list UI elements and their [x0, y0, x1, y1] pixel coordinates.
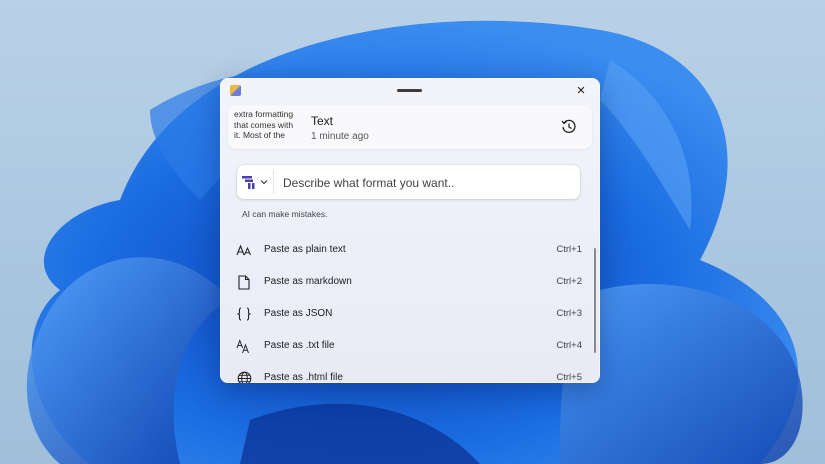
- option-shortcut: Ctrl+4: [556, 340, 582, 351]
- option-paste-html-file[interactable]: Paste as .html file Ctrl+5: [220, 362, 590, 383]
- options-scrollbar[interactable]: [594, 248, 596, 353]
- option-paste-plain-text[interactable]: Paste as plain text Ctrl+1: [220, 234, 590, 266]
- format-prompt-input[interactable]: [281, 171, 575, 195]
- font-size-icon: [236, 242, 252, 258]
- close-button[interactable]: ×: [572, 81, 590, 99]
- option-paste-json[interactable]: Paste as JSON Ctrl+3: [220, 298, 590, 330]
- option-shortcut: Ctrl+2: [556, 276, 582, 287]
- option-label: Paste as plain text: [264, 244, 346, 255]
- advanced-paste-window: × extra formatting that comes with it. M…: [220, 78, 600, 383]
- chevron-down-icon: [260, 180, 268, 185]
- option-label: Paste as markdown: [264, 276, 352, 287]
- clipboard-item[interactable]: extra formatting that comes with it. Mos…: [228, 105, 592, 149]
- option-paste-txt-file[interactable]: Paste as .txt file Ctrl+4: [220, 330, 590, 362]
- drag-handle[interactable]: [397, 89, 422, 92]
- ai-disclaimer: AI can make mistakes.: [242, 209, 328, 219]
- clipboard-item-time: 1 minute ago: [311, 131, 369, 142]
- history-icon: [561, 119, 576, 133]
- close-icon: ×: [576, 81, 586, 99]
- option-paste-markdown[interactable]: Paste as markdown Ctrl+2: [220, 266, 590, 298]
- text-file-icon: [236, 338, 252, 354]
- globe-icon: [236, 370, 252, 383]
- braces-icon: [236, 306, 252, 322]
- clipboard-preview: extra formatting that comes with it. Mos…: [234, 109, 294, 140]
- ai-model-picker[interactable]: [241, 169, 269, 195]
- format-prompt-box: [237, 165, 580, 199]
- clipboard-history-button[interactable]: [560, 118, 578, 136]
- option-label: Paste as JSON: [264, 308, 333, 319]
- prompt-divider: [273, 170, 274, 194]
- paste-options-list: Paste as plain text Ctrl+1 Paste as mark…: [220, 234, 590, 383]
- option-shortcut: Ctrl+3: [556, 308, 582, 319]
- option-shortcut: Ctrl+5: [556, 372, 582, 383]
- app-icon: [230, 85, 241, 96]
- option-label: Paste as .html file: [264, 372, 343, 383]
- ai-paste-icon: [242, 176, 255, 189]
- document-icon: [236, 274, 252, 290]
- option-shortcut: Ctrl+1: [556, 244, 582, 255]
- clipboard-item-title: Text: [311, 114, 334, 128]
- option-label: Paste as .txt file: [264, 340, 335, 351]
